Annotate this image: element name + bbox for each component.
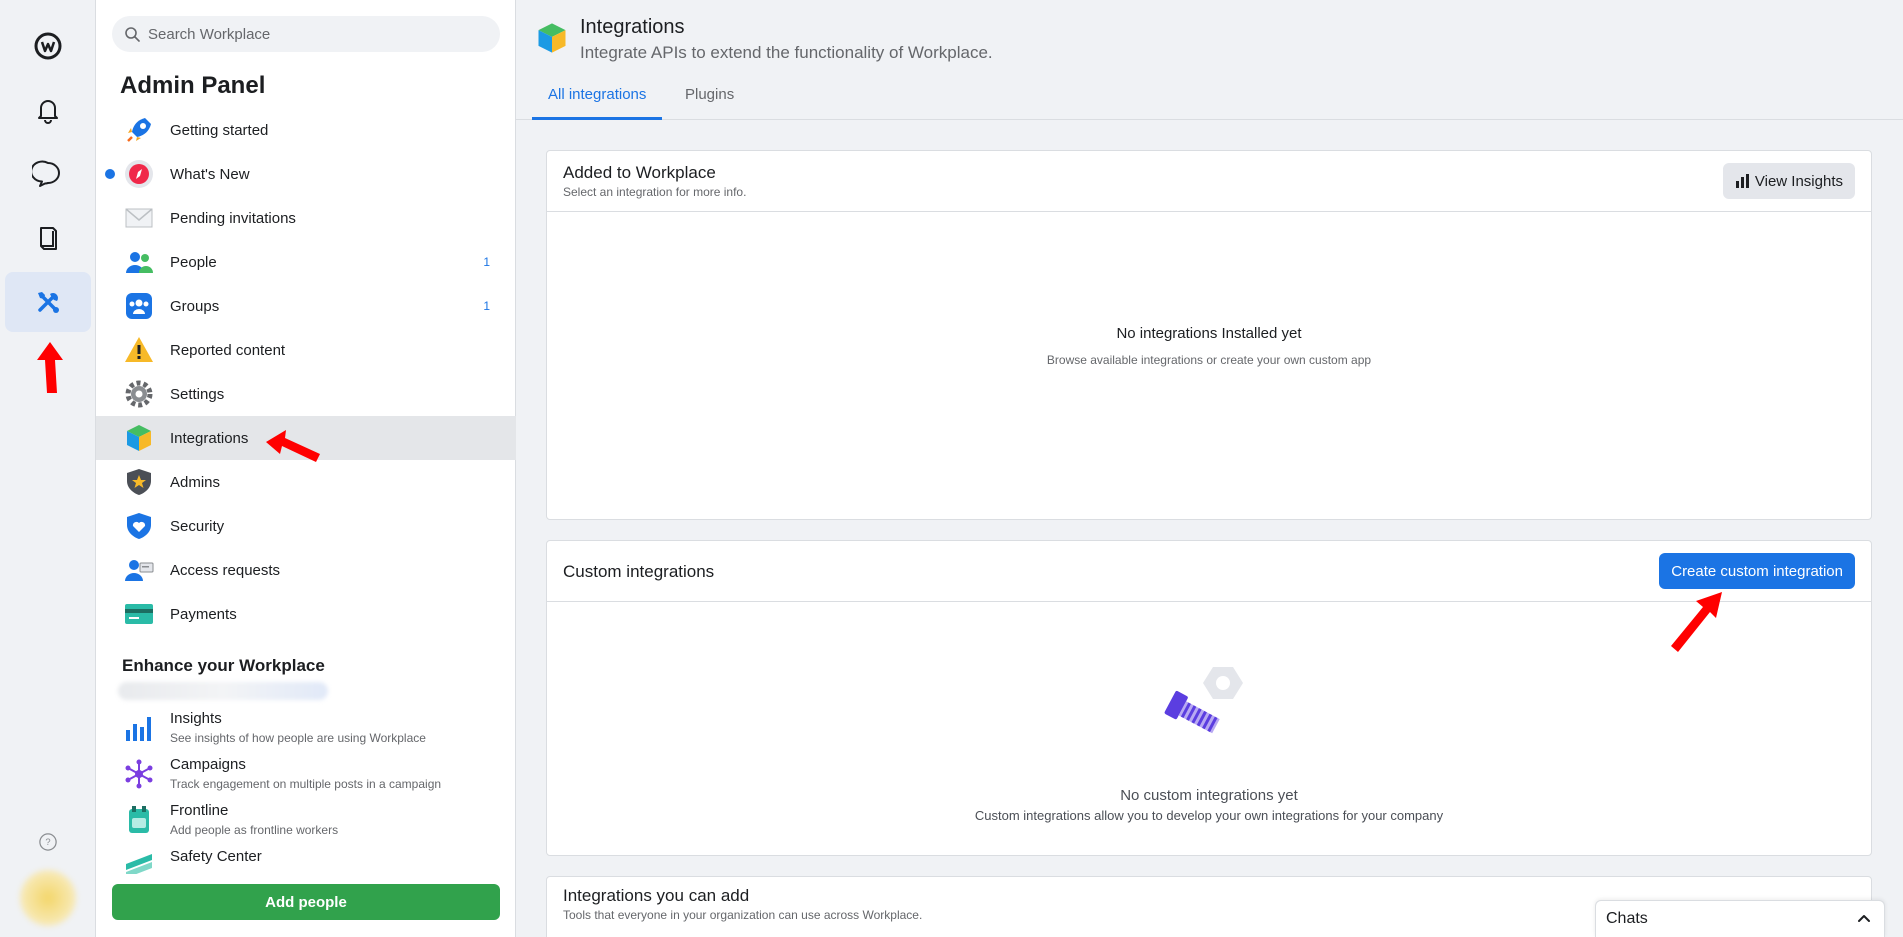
- rocket-icon: [123, 114, 155, 146]
- enhance-item-campaigns[interactable]: Campaigns Track engagement on multiple p…: [96, 752, 516, 798]
- chats-dock[interactable]: Chats: [1595, 900, 1885, 937]
- card-subtitle: Tools that everyone in your organization…: [563, 908, 923, 922]
- sidebar-item-access-requests[interactable]: Access requests: [96, 548, 516, 592]
- empty-state-title: No integrations Installed yet: [1116, 325, 1302, 342]
- sidebar-item-label: Integrations: [170, 429, 249, 447]
- bar-chart-icon: [1735, 174, 1749, 188]
- sidebar-item-groups[interactable]: Groups 1: [96, 284, 516, 328]
- card-title: Added to Workplace: [563, 163, 716, 182]
- warning-icon: [123, 334, 155, 366]
- enhance-item-title: Campaigns: [170, 756, 246, 773]
- empty-state-subtitle: Custom integrations allow you to develop…: [974, 808, 1444, 823]
- search-box[interactable]: [112, 16, 500, 52]
- gear-icon: [123, 378, 155, 410]
- sidebar-item-settings[interactable]: Settings: [96, 372, 516, 416]
- person-card-icon: [123, 554, 155, 586]
- safety-icon: [123, 850, 155, 874]
- people-icon: [123, 246, 155, 278]
- page-title: Integrations: [580, 16, 685, 38]
- card-header: Added to Workplace Select an integration…: [547, 151, 1871, 212]
- groups-count-badge: 1: [483, 299, 490, 313]
- user-avatar[interactable]: [20, 870, 76, 926]
- workplace-logo-icon[interactable]: [5, 16, 91, 76]
- enhance-item-title: Safety Center: [170, 848, 262, 865]
- tab-plugins[interactable]: Plugins: [669, 82, 750, 120]
- notifications-bell-icon[interactable]: [5, 80, 91, 140]
- sidebar-item-getting-started[interactable]: Getting started: [96, 108, 516, 152]
- view-insights-label: View Insights: [1754, 172, 1843, 190]
- sidebar-item-label: Payments: [170, 605, 237, 623]
- sidebar-item-label: Pending invitations: [170, 209, 296, 227]
- bar-chart-icon: [123, 712, 155, 744]
- sidebar-item-label: What's New: [170, 165, 250, 183]
- network-icon: [123, 758, 155, 790]
- search-input[interactable]: [148, 25, 488, 43]
- admin-panel-tools-icon[interactable]: [5, 272, 91, 332]
- sidebar-item-payments[interactable]: Payments: [96, 592, 516, 636]
- enhance-item-title: Frontline: [170, 802, 229, 819]
- sidebar-item-reported-content[interactable]: Reported content: [96, 328, 516, 372]
- admin-sidebar: Admin Panel Getting started What's New P…: [96, 0, 516, 937]
- annotation-arrow-up-right: [1671, 592, 1722, 652]
- shield-star-icon: [123, 466, 155, 498]
- annotation-arrow-up: [37, 342, 63, 393]
- sidebar-item-security[interactable]: Security: [96, 504, 516, 548]
- enhance-item-safety-center[interactable]: Safety Center: [96, 844, 516, 874]
- sidebar-item-label: People: [170, 253, 217, 271]
- chats-label: Chats: [1606, 910, 1648, 927]
- sidebar-item-whats-new[interactable]: What's New: [96, 152, 516, 196]
- knowledge-library-icon[interactable]: [5, 208, 91, 268]
- sidebar-title: Admin Panel: [120, 72, 266, 99]
- card-subtitle: Select an integration for more info.: [563, 185, 747, 199]
- sidebar-item-label: Security: [170, 517, 225, 535]
- added-to-workplace-card: Added to Workplace Select an integration…: [546, 150, 1872, 520]
- enhance-item-insights[interactable]: Insights See insights of how people are …: [96, 706, 516, 752]
- empty-state-title: No custom integrations yet: [1120, 787, 1298, 804]
- sidebar-item-label: Reported content: [170, 341, 286, 359]
- add-people-button[interactable]: Add people: [112, 884, 500, 920]
- enhance-item-subtitle: Track engagement on multiple posts in a …: [170, 777, 442, 791]
- sidebar-item-label: Getting started: [170, 121, 269, 139]
- enhance-item-subtitle: Add people as frontline workers: [170, 823, 339, 837]
- chat-bubble-icon[interactable]: [5, 144, 91, 204]
- page-subtitle: Integrate APIs to extend the functionali…: [580, 43, 993, 62]
- create-custom-integration-button[interactable]: Create custom integration: [1659, 553, 1855, 589]
- page-header: Integrations Integrate APIs to extend th…: [516, 0, 1903, 120]
- enhance-item-frontline[interactable]: Frontline Add people as frontline worker…: [96, 798, 516, 844]
- view-insights-button[interactable]: View Insights: [1722, 163, 1855, 199]
- app-rail: ?: [0, 0, 96, 937]
- chevron-up-icon[interactable]: [1856, 911, 1872, 927]
- shield-heart-icon: [123, 510, 155, 542]
- blurred-content: [118, 682, 328, 700]
- custom-integrations-card: Custom integrations Create custom integr…: [546, 540, 1872, 856]
- groups-icon: [123, 290, 155, 322]
- card-title: Integrations you can add: [563, 886, 750, 905]
- search-icon: [125, 27, 140, 42]
- frontline-icon: [123, 804, 155, 836]
- people-count-badge: 1: [483, 255, 490, 269]
- svg-text:?: ?: [45, 837, 50, 847]
- cube-icon: [538, 23, 566, 53]
- sidebar-item-label: Groups: [170, 297, 220, 315]
- card-title: Custom integrations: [563, 562, 715, 581]
- annotation-arrow-left: [266, 430, 320, 462]
- sidebar-item-pending-invitations[interactable]: Pending invitations: [96, 196, 516, 240]
- enhance-item-title: Insights: [170, 710, 222, 727]
- enhance-item-subtitle: See insights of how people are using Wor…: [170, 731, 426, 745]
- help-icon[interactable]: ?: [5, 820, 91, 864]
- envelope-icon: [123, 202, 155, 234]
- bolt-nut-illustration-icon: [1164, 667, 1243, 734]
- enhance-section-title: Enhance your Workplace: [122, 656, 325, 675]
- unread-dot: [105, 169, 115, 179]
- tab-all-integrations[interactable]: All integrations: [532, 82, 663, 120]
- compass-icon: [123, 158, 155, 190]
- sidebar-item-label: Settings: [170, 385, 225, 403]
- sidebar-item-people[interactable]: People 1: [96, 240, 516, 284]
- cube-icon: [123, 422, 155, 454]
- credit-card-icon: [123, 598, 155, 630]
- sidebar-item-label: Access requests: [170, 561, 281, 579]
- sidebar-item-label: Admins: [170, 473, 221, 491]
- empty-state-subtitle: Browse available integrations or create …: [1046, 353, 1372, 367]
